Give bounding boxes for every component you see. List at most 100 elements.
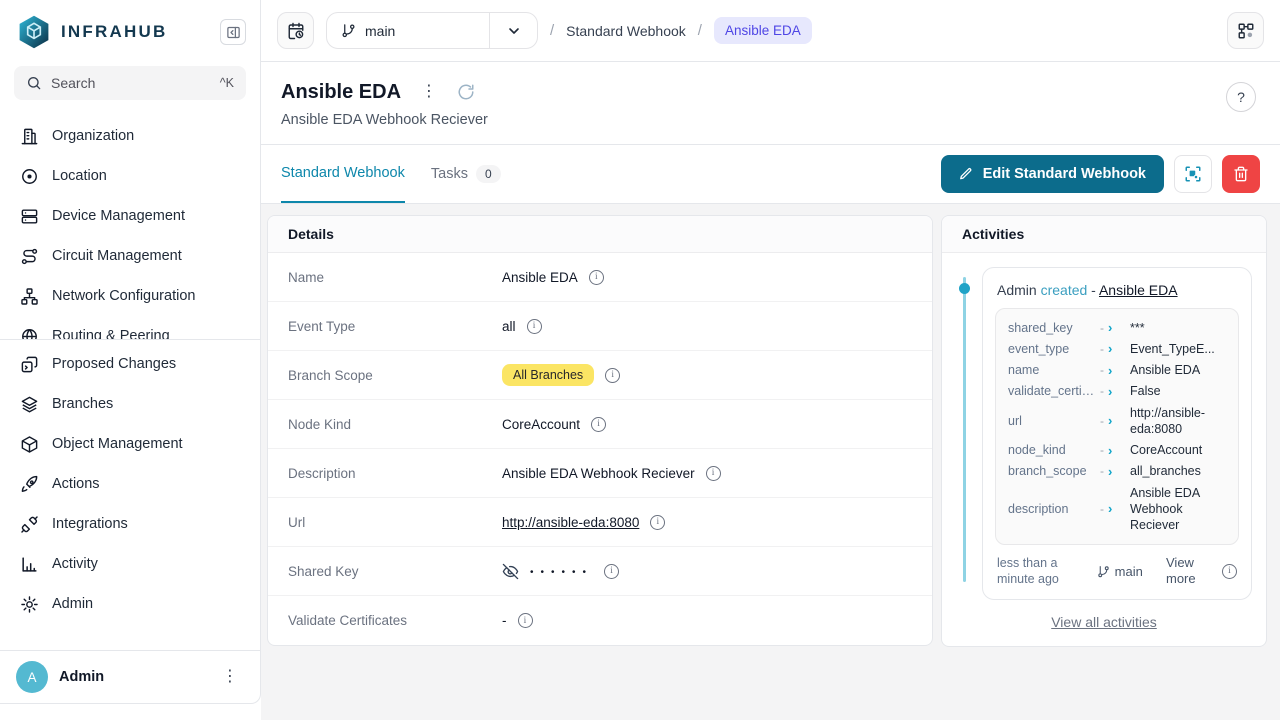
chevron-right-icon: › <box>1108 342 1112 355</box>
sidebar-item-network-configuration[interactable]: Network Configuration <box>10 276 250 316</box>
info-icon[interactable] <box>527 319 542 334</box>
sidebar-item-activity[interactable]: Activity <box>10 544 250 584</box>
activity-actor: Admin <box>997 282 1037 298</box>
change-attr: validate_certificates <box>1008 384 1096 398</box>
change-attr: description <box>1008 502 1096 516</box>
page-header: Ansible EDA ⋮ Ansible EDA Webhook Reciev… <box>261 62 1280 145</box>
chevron-right-icon: › <box>1108 385 1112 398</box>
view-more-link[interactable]: View more <box>1166 555 1214 588</box>
search-input[interactable]: Search ^K <box>14 66 246 100</box>
user-name: Admin <box>59 669 205 685</box>
info-icon[interactable] <box>650 515 665 530</box>
help-button[interactable]: ? <box>1226 82 1256 112</box>
chevron-right-icon: › <box>1108 444 1112 457</box>
view-all-activities-link[interactable]: View all activities <box>956 614 1252 630</box>
sidebar-item-label: Integrations <box>52 516 128 532</box>
git-branch-icon <box>341 23 356 38</box>
activity-dash: - <box>1091 282 1096 298</box>
sidebar-item-label: Circuit Management <box>52 248 182 264</box>
detail-label: Node Kind <box>288 417 502 432</box>
breadcrumb-separator: / <box>550 22 554 39</box>
rocket-icon <box>20 475 39 494</box>
sidebar-item-integrations[interactable]: Integrations <box>10 504 250 544</box>
branch-caret[interactable] <box>489 13 537 48</box>
manage-groups-button[interactable] <box>1174 155 1212 193</box>
main-column: main / Standard Webhook / Ansible EDA <box>261 0 1280 720</box>
detail-value: Ansible EDA Webhook Reciever <box>502 466 695 481</box>
info-icon[interactable] <box>518 613 533 628</box>
detail-row-branch-scope: Branch Scope All Branches <box>268 351 932 400</box>
sidebar-nav-primary: Organization Location Device Management <box>0 112 260 340</box>
bar-chart-icon <box>20 555 39 574</box>
change-new: http://ansible-eda:8080 <box>1130 405 1226 438</box>
detail-row-validate-certificates: Validate Certificates - <box>268 596 932 645</box>
refresh-button[interactable] <box>457 83 475 101</box>
user-menu[interactable]: A Admin ⋮ <box>0 650 260 703</box>
detail-label: Shared Key <box>288 564 502 579</box>
gear-icon <box>20 595 39 614</box>
chevron-right-icon: › <box>1108 414 1112 427</box>
activity-changes: shared_key -› *** event_type -› Event_Ty… <box>995 308 1239 545</box>
webhook-url-link[interactable]: http://ansible-eda:8080 <box>502 515 639 530</box>
sidebar-item-organization[interactable]: Organization <box>10 116 250 156</box>
git-branch-icon <box>1097 565 1110 578</box>
info-icon[interactable] <box>706 466 721 481</box>
change-old: - <box>1100 342 1104 356</box>
change-row: description -› Ansible EDA Webhook Recie… <box>1008 482 1226 536</box>
sidebar-item-label: Network Configuration <box>52 288 195 304</box>
edit-button-label: Edit Standard Webhook <box>983 166 1146 182</box>
sidebar-item-proposed-changes[interactable]: Proposed Changes <box>10 344 250 384</box>
sidebar-item-location[interactable]: Location <box>10 156 250 196</box>
sidebar-item-label: Organization <box>52 128 134 144</box>
detail-row-shared-key: Shared Key •••••• <box>268 547 932 596</box>
tab-label: Tasks <box>431 166 468 182</box>
sidebar-item-device-management[interactable]: Device Management <box>10 196 250 236</box>
change-new: Event_TypeE... <box>1130 341 1226 357</box>
info-icon[interactable] <box>589 270 604 285</box>
change-attr: node_kind <box>1008 443 1096 457</box>
tasks-count-badge: 0 <box>476 165 501 183</box>
change-old: - <box>1100 363 1104 377</box>
eye-off-icon[interactable] <box>502 563 519 580</box>
plug-icon <box>20 515 39 534</box>
title-kebab-icon[interactable]: ⋮ <box>415 80 443 104</box>
workflow-graph-button[interactable] <box>1227 12 1264 49</box>
user-menu-kebab-icon[interactable]: ⋮ <box>216 665 244 689</box>
sidebar: INFRAHUB Search ^K Organization <box>0 0 261 704</box>
activity-target-link[interactable]: Ansible EDA <box>1099 282 1178 298</box>
detail-value: Ansible EDA <box>502 270 578 285</box>
search-placeholder: Search <box>51 75 211 91</box>
layers-icon <box>20 395 39 414</box>
sidebar-item-label: Object Management <box>52 436 183 452</box>
sidebar-item-label: Activity <box>52 556 98 572</box>
time-travel-button[interactable] <box>277 12 314 49</box>
proposed-changes-icon <box>20 355 39 374</box>
info-icon[interactable] <box>591 417 606 432</box>
info-icon[interactable] <box>1222 564 1237 579</box>
tab-tasks[interactable]: Tasks 0 <box>431 145 501 203</box>
sidebar-item-routing-peering[interactable]: Routing & Peering <box>10 316 250 340</box>
globe-icon <box>20 327 39 341</box>
tab-standard-webhook[interactable]: Standard Webhook <box>281 145 405 203</box>
server-icon <box>20 207 39 226</box>
building-icon <box>20 127 39 146</box>
sidebar-item-branches[interactable]: Branches <box>10 384 250 424</box>
change-row: branch_scope -› all_branches <box>1008 461 1226 482</box>
sidebar-item-circuit-management[interactable]: Circuit Management <box>10 236 250 276</box>
sidebar-item-object-management[interactable]: Object Management <box>10 424 250 464</box>
breadcrumb-parent[interactable]: Standard Webhook <box>566 23 686 39</box>
edit-webhook-button[interactable]: Edit Standard Webhook <box>941 155 1164 193</box>
delete-button[interactable] <box>1222 155 1260 193</box>
collapse-sidebar-button[interactable] <box>220 19 246 45</box>
breadcrumb-current[interactable]: Ansible EDA <box>714 17 812 44</box>
info-icon[interactable] <box>604 564 619 579</box>
branch-selector[interactable]: main <box>326 12 538 49</box>
info-icon[interactable] <box>605 368 620 383</box>
sidebar-item-admin[interactable]: Admin <box>10 584 250 624</box>
branch-scope-badge: All Branches <box>502 364 594 386</box>
change-row: node_kind -› CoreAccount <box>1008 440 1226 461</box>
trash-icon <box>1233 166 1249 182</box>
change-row: name -› Ansible EDA <box>1008 360 1226 381</box>
change-old: - <box>1100 443 1104 457</box>
sidebar-item-actions[interactable]: Actions <box>10 464 250 504</box>
